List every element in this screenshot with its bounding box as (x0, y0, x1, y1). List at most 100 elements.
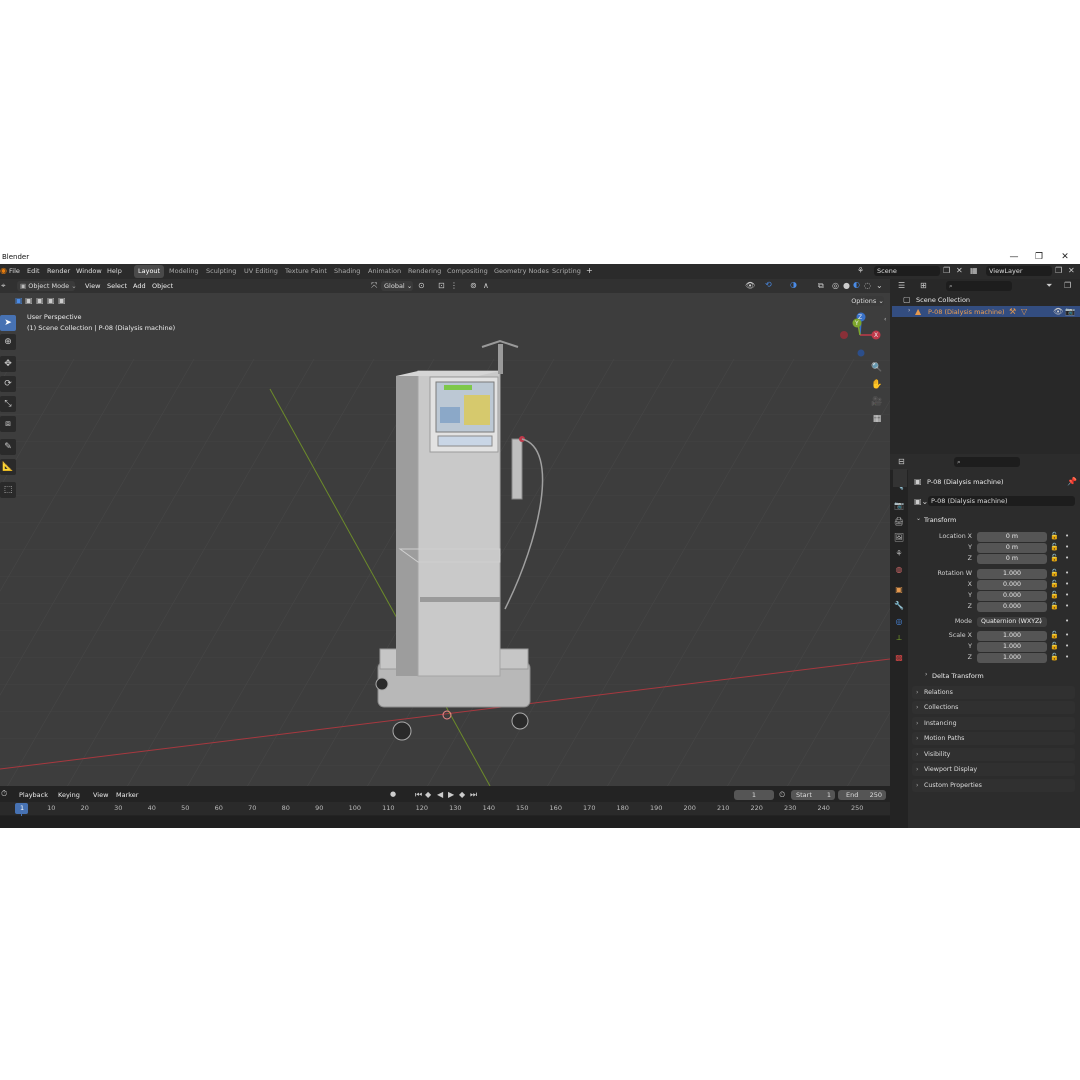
shading-material-icon[interactable]: ◐ (853, 281, 860, 289)
properties-editor-type-icon[interactable]: ⊟ (898, 458, 905, 466)
transform-collapse-icon[interactable]: ⌄ (916, 516, 921, 522)
workspace-tab-animation[interactable]: Animation (364, 265, 405, 278)
location-x-lock-icon[interactable]: 🔓 (1050, 532, 1059, 540)
location-x-keyframe-icon[interactable]: • (1065, 532, 1069, 540)
viewport-menu-add[interactable]: Add (133, 282, 146, 290)
hide-toggle-icon[interactable]: 👁 (1053, 308, 1063, 316)
workspace-tab-texture-paint[interactable]: Texture Paint (281, 265, 331, 278)
select-invert-icon[interactable]: ▣ (47, 297, 55, 305)
editor-type-icon[interactable]: ⌖ (1, 282, 6, 290)
end-frame-field[interactable]: End 250 (838, 790, 886, 800)
properties-search-input[interactable]: ⌕ (954, 457, 1020, 467)
workspace-tab-modeling[interactable]: Modeling (165, 265, 203, 278)
xray-icon[interactable]: ⧉ (818, 282, 824, 290)
tool-cursor[interactable]: ⊕ (0, 334, 16, 350)
panel-instancing[interactable]: › Instancing (912, 717, 1075, 730)
workspace-tab-rendering[interactable]: Rendering (404, 265, 445, 278)
outliner-filter-icon[interactable]: ⏷ (1046, 282, 1052, 290)
jump-end-icon[interactable]: ⏭ (470, 791, 477, 799)
rotation-z-keyframe-icon[interactable]: • (1065, 602, 1069, 610)
viewport-menu-select[interactable]: Select (107, 282, 127, 290)
tool-add-cube[interactable]: ⬚ (0, 482, 16, 498)
perspective-toggle-icon[interactable]: ▦ (870, 412, 884, 426)
rotation-x-lock-icon[interactable]: 🔓 (1050, 580, 1059, 588)
pan-hand-icon[interactable]: ✋ (870, 378, 884, 392)
jump-keyframe-back-icon[interactable]: ◆ (425, 791, 431, 799)
menu-help[interactable]: Help (107, 267, 122, 275)
workspace-tab-shading[interactable]: Shading (330, 265, 364, 278)
timeline-menu-view[interactable]: View (93, 791, 108, 799)
tool-move[interactable]: ✥ (0, 356, 16, 372)
rotation-mode-dropdown[interactable]: Quaternion (WXYZ) ⌄ (977, 617, 1047, 627)
proportional-edit-icon[interactable]: ⊚ (470, 282, 477, 290)
scale-y-lock-icon[interactable]: 🔓 (1050, 642, 1059, 650)
location-z-field[interactable]: 0 m (977, 554, 1047, 564)
new-scene-icon[interactable]: ❐ (943, 267, 950, 275)
scene-name-field[interactable]: Scene (874, 266, 940, 276)
auto-keying-icon[interactable]: ● (390, 791, 396, 798)
render-tab-icon[interactable]: 📷 (893, 500, 905, 512)
location-y-field[interactable]: 0 m (977, 543, 1047, 553)
add-workspace-button[interactable]: + (586, 266, 593, 275)
rotation-w-lock-icon[interactable]: 🔓 (1050, 569, 1059, 577)
outliner-editor-type-icon[interactable]: ☰ (898, 282, 905, 290)
scale-z-lock-icon[interactable]: 🔓 (1050, 653, 1059, 661)
rotation-z-lock-icon[interactable]: 🔓 (1050, 602, 1059, 610)
object-tab-icon[interactable]: ▣ (893, 584, 905, 596)
scale-z-field[interactable]: 1.000 (977, 653, 1047, 663)
location-z-lock-icon[interactable]: 🔓 (1050, 554, 1059, 562)
object-mode-dropdown[interactable]: ▣ Object Mode ⌄ (17, 281, 77, 291)
render-toggle-icon[interactable]: 📷 (1065, 308, 1075, 316)
timeline-menu-keying[interactable]: Keying (58, 791, 80, 799)
tool-annotate[interactable]: ✎ (0, 439, 16, 455)
panel-relations[interactable]: › Relations (912, 686, 1075, 699)
jump-keyframe-forward-icon[interactable]: ◆ (459, 791, 465, 799)
select-new-icon[interactable]: ▣ (15, 297, 23, 305)
pivot-point-icon[interactable]: ⊙ (418, 282, 425, 290)
select-extend-icon[interactable]: ▣ (25, 297, 33, 305)
transform-orientation-dropdown[interactable]: Global ⌄ (381, 281, 413, 291)
location-y-lock-icon[interactable]: 🔓 (1050, 543, 1059, 551)
delete-scene-icon[interactable]: ✕ (956, 267, 963, 275)
jump-start-icon[interactable]: ⏮ (415, 791, 422, 799)
falloff-icon[interactable]: ∧ (483, 282, 489, 290)
menu-edit[interactable]: Edit (27, 267, 40, 275)
pin-icon[interactable]: 📌 (1067, 478, 1077, 486)
shading-options-icon[interactable]: ⌄ (876, 282, 883, 290)
rotation-x-field[interactable]: 0.000 (977, 580, 1047, 590)
new-view-layer-icon[interactable]: ❐ (1055, 267, 1062, 275)
scale-y-keyframe-icon[interactable]: • (1065, 642, 1069, 650)
scale-y-field[interactable]: 1.000 (977, 642, 1047, 652)
preview-range-icon[interactable]: ⏲ (779, 791, 785, 799)
snap-target-icon[interactable]: ⋮ (450, 282, 458, 290)
expand-arrow-icon[interactable]: › (908, 308, 910, 314)
new-collection-icon[interactable]: ❐ (1064, 282, 1071, 290)
options-dropdown[interactable]: Options ⌄ (851, 296, 884, 306)
object-name-field[interactable]: P-08 (Dialysis machine) (928, 496, 1075, 506)
delete-view-layer-icon[interactable]: ✕ (1068, 267, 1075, 275)
blender-logo-icon[interactable]: ◉ (0, 267, 7, 275)
workspace-tab-scripting[interactable]: Scripting (548, 265, 585, 278)
menu-file[interactable]: File (9, 267, 20, 275)
panel-viewport-display[interactable]: › Viewport Display (912, 763, 1075, 776)
workspace-tab-compositing[interactable]: Compositing (443, 265, 492, 278)
delta-transform-panel[interactable]: Delta Transform (932, 672, 984, 680)
play-icon[interactable]: ▶ (448, 791, 454, 799)
overlay-toggle-icon[interactable]: ◑ (790, 281, 797, 289)
select-intersect-icon[interactable]: ▣ (58, 297, 66, 305)
panel-collections[interactable]: › Collections (912, 701, 1075, 714)
workspace-tab-layout[interactable]: Layout (134, 265, 165, 278)
zoom-icon[interactable]: 🔍 (870, 361, 884, 375)
outliner-item-label[interactable]: P-08 (Dialysis machine) (928, 308, 1005, 316)
menu-window[interactable]: Window (76, 267, 102, 275)
tool-transform[interactable]: ⧈ (0, 416, 16, 432)
outliner-scene-collection[interactable]: Scene Collection (916, 296, 970, 304)
workspace-tab-uv-editing[interactable]: UV Editing (240, 265, 282, 278)
rotation-mode-keyframe-icon[interactable]: • (1065, 617, 1069, 625)
visibility-icon[interactable]: 👁 (745, 282, 755, 290)
tool-scale[interactable]: ⤡ (0, 396, 16, 412)
workspace-tab-sculpting[interactable]: Sculpting (202, 265, 240, 278)
view-layer-icon[interactable]: ▦ (970, 267, 978, 275)
physics-tab-icon[interactable]: ◎ (893, 616, 905, 628)
maximize-button[interactable]: ❐ (1032, 251, 1046, 263)
